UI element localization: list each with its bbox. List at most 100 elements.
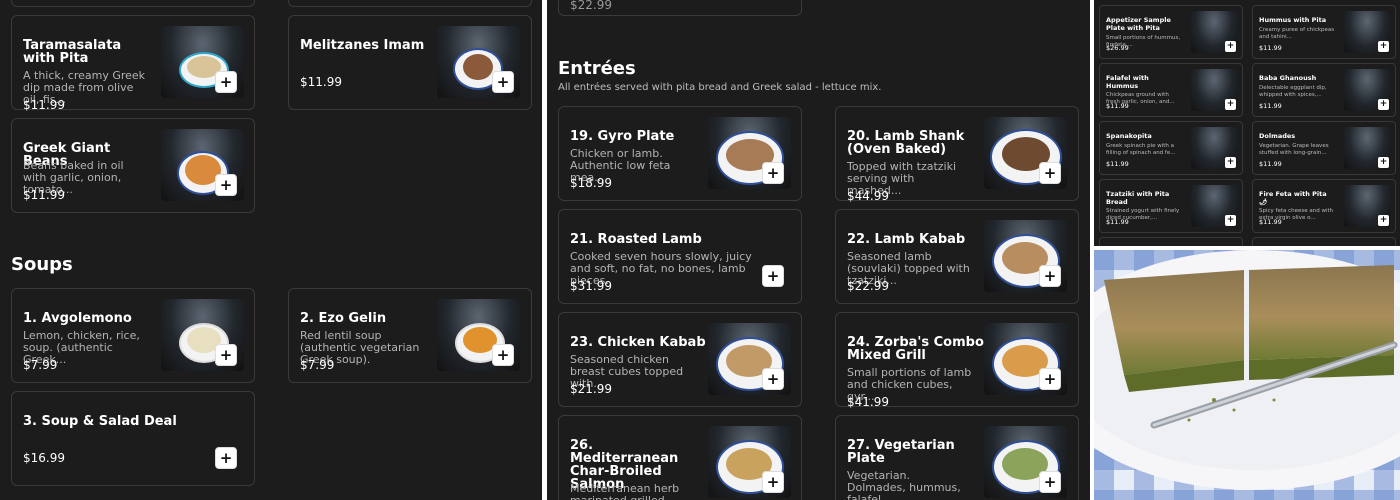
item-name: Fire Feta with Pita 🌶 xyxy=(1259,190,1327,206)
item-price: $41.99 xyxy=(847,395,889,409)
menu-item-card[interactable] xyxy=(1252,237,1396,246)
add-to-cart-button[interactable]: + xyxy=(1225,41,1236,52)
add-to-cart-button[interactable]: + xyxy=(215,174,237,196)
menu-item-zorbas-combo[interactable]: 24. Zorba's Combo Mixed Grill Small port… xyxy=(835,312,1079,409)
item-price: $11.99 xyxy=(1106,218,1129,226)
add-to-cart-button[interactable]: + xyxy=(762,162,784,184)
add-to-cart-button[interactable]: + xyxy=(1378,215,1389,226)
add-to-cart-button[interactable]: + xyxy=(1039,368,1061,390)
item-price: $11.99 xyxy=(1259,102,1282,110)
item-name: Spanakopita xyxy=(1106,132,1152,140)
menu-panel-appetizers-mini: Appetizer Sample Plate with Pita Small p… xyxy=(1094,0,1400,246)
section-title-entrees: Entrées xyxy=(558,58,636,79)
menu-item-melitzanes-imam[interactable]: Melitzanes Imam $11.99 + xyxy=(288,15,532,110)
item-price: $7.99 xyxy=(23,358,58,372)
item-price: $16.99 xyxy=(23,451,65,465)
item-name: Falafel with Hummus xyxy=(1106,74,1149,90)
item-price: $21.99 xyxy=(570,382,612,396)
add-to-cart-button[interactable]: + xyxy=(762,265,784,287)
menu-item-card[interactable]: $22.99 xyxy=(558,0,802,16)
menu-item-dolmades[interactable]: Dolmades Vegetarian. Grape leaves stuffe… xyxy=(1252,121,1396,175)
item-price: $26.99 xyxy=(1106,44,1129,52)
menu-item-lamb-shank[interactable]: 20. Lamb Shank (Oven Baked) Topped with … xyxy=(835,106,1079,203)
item-name: Appetizer Sample Plate with Pita xyxy=(1106,16,1171,32)
item-name: 22. Lamb Kabab xyxy=(847,232,966,247)
menu-item-card[interactable] xyxy=(11,0,255,7)
item-description: Mediterranean herb marinated grilled sal… xyxy=(570,482,680,500)
add-to-cart-button[interactable]: + xyxy=(1225,99,1236,110)
item-name: Dolmades xyxy=(1259,132,1296,140)
item-name: Melitzanes Imam xyxy=(300,38,425,53)
menu-panel-entrees: $22.99 Entrées All entrées served with p… xyxy=(547,0,1090,500)
menu-item-ezo-gelin[interactable]: 2. Ezo Gelin Red lentil soup (authentic … xyxy=(288,288,532,383)
section-subtitle: All entrées served with pita bread and G… xyxy=(558,82,882,93)
add-to-cart-button[interactable]: + xyxy=(1378,99,1389,110)
add-to-cart-button[interactable]: + xyxy=(1378,157,1389,168)
item-price: $22.99 xyxy=(570,0,612,12)
section-title-soups: Soups xyxy=(11,254,73,275)
item-name: Tzatziki with Pita Bread xyxy=(1106,190,1170,206)
item-name: 20. Lamb Shank (Oven Baked) xyxy=(847,129,965,157)
menu-item-lamb-kabab[interactable]: 22. Lamb Kabab Seasoned lamb (souvlaki) … xyxy=(835,209,1079,304)
menu-item-vegetarian-plate[interactable]: 27. Vegetarian Plate Vegetarian. Dolmade… xyxy=(835,415,1079,500)
add-to-cart-button[interactable]: + xyxy=(215,344,237,366)
add-to-cart-button[interactable]: + xyxy=(1225,215,1236,226)
baklava-photo xyxy=(1094,250,1400,500)
add-to-cart-button[interactable]: + xyxy=(1039,162,1061,184)
menu-item-soup-salad-deal[interactable]: 3. Soup & Salad Deal $16.99 + xyxy=(11,391,255,486)
add-to-cart-button[interactable]: + xyxy=(215,71,237,93)
menu-item-tzatziki[interactable]: Tzatziki with Pita Bread Strained yogurt… xyxy=(1099,179,1243,233)
item-name: 24. Zorba's Combo Mixed Grill xyxy=(847,335,984,363)
add-to-cart-button[interactable]: + xyxy=(1039,471,1061,493)
menu-item-mediterranean-salmon[interactable]: 26. Mediterranean Char-Broiled Salmon Me… xyxy=(558,415,802,500)
menu-item-falafel[interactable]: Falafel with Hummus Chickpeas ground wit… xyxy=(1099,63,1243,117)
item-price: $11.99 xyxy=(1106,160,1129,168)
add-to-cart-button[interactable]: + xyxy=(215,447,237,469)
item-name: 3. Soup & Salad Deal xyxy=(23,414,177,429)
item-description: Delectable eggplant dip, whipped with sp… xyxy=(1259,85,1327,98)
menu-item-chicken-kabab[interactable]: 23. Chicken Kabab Seasoned chicken breas… xyxy=(558,312,802,407)
menu-item-card[interactable] xyxy=(288,0,532,7)
baklava-photo-illustration xyxy=(1094,250,1400,500)
menu-item-greek-giant-beans[interactable]: Greek Giant Beans Beans baked in oil wit… xyxy=(11,118,255,213)
item-description: Creamy puree of chickpeas and tahini... xyxy=(1259,27,1335,40)
item-name: 19. Gyro Plate xyxy=(570,129,675,144)
menu-item-roasted-lamb[interactable]: 21. Roasted Lamb Cooked seven hours slow… xyxy=(558,209,802,304)
item-price: $44.99 xyxy=(847,189,889,203)
item-name: 23. Chicken Kabab xyxy=(570,335,706,350)
item-price: $11.99 xyxy=(23,188,65,202)
menu-item-baba-ghanoush[interactable]: Baba Ghanoush Delectable eggplant dip, w… xyxy=(1252,63,1396,117)
add-to-cart-button[interactable]: + xyxy=(492,71,514,93)
add-to-cart-button[interactable]: + xyxy=(1039,265,1061,287)
menu-item-fire-feta[interactable]: Fire Feta with Pita 🌶 Spicy feta cheese … xyxy=(1252,179,1396,233)
item-name: 1. Avgolemono xyxy=(23,311,132,326)
menu-item-card[interactable] xyxy=(1099,237,1243,246)
item-name: 2. Ezo Gelin xyxy=(300,311,387,326)
item-price: $11.99 xyxy=(300,75,342,89)
item-name: 27. Vegetarian Plate xyxy=(847,438,955,466)
add-to-cart-button[interactable]: + xyxy=(762,471,784,493)
menu-item-gyro-plate[interactable]: 19. Gyro Plate Chicken or lamb. Authenti… xyxy=(558,106,802,201)
item-price: $7.99 xyxy=(300,358,335,372)
menu-item-taramasalata[interactable]: Taramasalata with Pita A thick, creamy G… xyxy=(11,15,255,111)
add-to-cart-button[interactable]: + xyxy=(1225,157,1236,168)
add-to-cart-button[interactable]: + xyxy=(492,344,514,366)
add-to-cart-button[interactable]: + xyxy=(1378,41,1389,52)
item-description: Greek spinach pie with a filling of spin… xyxy=(1106,143,1176,156)
item-price: $11.99 xyxy=(1259,160,1282,168)
item-name: 21. Roasted Lamb xyxy=(570,232,702,247)
item-price: $11.99 xyxy=(1259,44,1282,52)
item-price: $31.99 xyxy=(570,279,612,293)
menu-item-hummus[interactable]: Hummus with Pita Creamy puree of chickpe… xyxy=(1252,5,1396,59)
item-price: $11.99 xyxy=(1259,218,1282,226)
add-to-cart-button[interactable]: + xyxy=(762,368,784,390)
item-name: Baba Ghanoush xyxy=(1259,74,1317,82)
menu-item-spanakopita[interactable]: Spanakopita Greek spinach pie with a fil… xyxy=(1099,121,1243,175)
menu-item-avgolemono[interactable]: 1. Avgolemono Lemon, chicken, rice, soup… xyxy=(11,288,255,383)
item-price: $18.99 xyxy=(570,176,612,190)
item-description: Vegetarian. Grape leaves stuffed with lo… xyxy=(1259,143,1329,156)
item-price: $22.99 xyxy=(847,279,889,293)
menu-item-appetizer-sample[interactable]: Appetizer Sample Plate with Pita Small p… xyxy=(1099,5,1243,59)
item-name: Hummus with Pita xyxy=(1259,16,1327,24)
menu-panel-appetizers-soups: Taramasalata with Pita A thick, creamy G… xyxy=(0,0,542,500)
